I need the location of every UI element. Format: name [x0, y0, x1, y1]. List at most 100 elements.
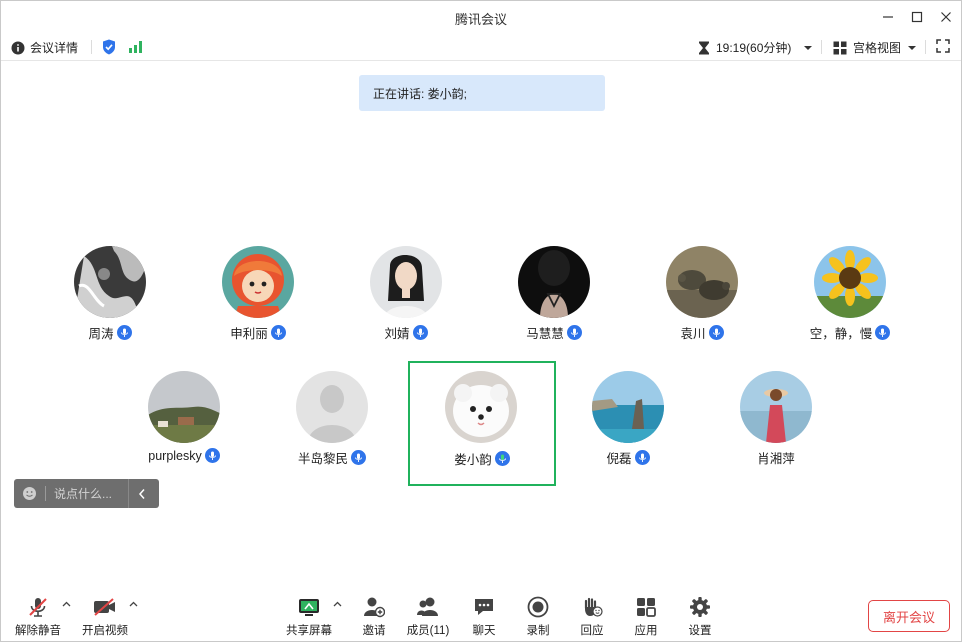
members-button[interactable]: 成员(11) — [400, 595, 456, 638]
speaking-indicator: 正在讲话: 娄小韵; — [359, 75, 605, 111]
participant-tile[interactable]: 刘婧 — [333, 236, 479, 356]
unmute-label: 解除静音 — [15, 625, 61, 637]
mic-icon — [412, 325, 428, 340]
participant-name-row: 半岛黎民 — [259, 448, 405, 467]
meeting-timer[interactable]: 19:19(60分钟) — [698, 39, 813, 56]
participant-tile[interactable]: 周涛 — [37, 236, 183, 356]
record-label: 录制 — [526, 625, 550, 637]
participant-tile[interactable]: 空，静，慢 — [777, 236, 923, 356]
unmute-button[interactable]: 解除静音 — [10, 595, 66, 638]
view-mode-label: 宫格视图 — [853, 41, 902, 55]
raise-hand-icon — [584, 597, 603, 617]
participant-name: purplesky — [148, 448, 202, 463]
mic-active-icon — [494, 451, 510, 466]
record-icon — [527, 596, 549, 618]
participant-name-row: purplesky — [111, 448, 257, 463]
mic-icon — [204, 448, 220, 463]
add-user-icon — [364, 597, 385, 618]
avatar — [518, 246, 590, 318]
avatar — [222, 246, 294, 318]
participant-tile[interactable]: 半岛黎民 — [259, 361, 405, 481]
participant-tile-active-speaker[interactable]: 娄小韵 — [408, 361, 556, 486]
network-status[interactable] — [128, 40, 144, 59]
close-button[interactable] — [933, 5, 959, 29]
avatar — [296, 371, 368, 443]
maximize-icon — [911, 11, 923, 23]
leave-meeting-button[interactable]: 离开会议 — [868, 600, 950, 632]
meeting-info-bar: 会议详情 19:19(60分钟) 宫格视图 — [1, 34, 961, 61]
chevron-up-icon[interactable] — [333, 601, 342, 607]
participant-tile[interactable]: purplesky — [111, 361, 257, 481]
participant-tile[interactable]: 马慧慧 — [481, 236, 627, 356]
chat-icon — [475, 599, 493, 615]
participant-tile[interactable]: 袁川 — [629, 236, 775, 356]
invite-button[interactable]: 邀请 — [346, 595, 402, 638]
hourglass-icon — [699, 41, 709, 54]
participant-name-row: 空，静，慢 — [777, 323, 923, 342]
participant-name: 娄小韵 — [454, 453, 492, 467]
settings-label: 设置 — [688, 625, 712, 637]
react-button[interactable]: 回应 — [564, 595, 620, 638]
participant-name: 申利丽 — [230, 327, 268, 341]
avatar — [445, 371, 517, 443]
chevron-down-icon — [908, 45, 917, 50]
participant-tile[interactable]: 申利丽 — [185, 236, 331, 356]
view-mode-button[interactable]: 宫格视图 — [833, 39, 917, 56]
gear-icon — [690, 597, 710, 617]
minimize-button[interactable] — [875, 5, 901, 29]
participant-name-row: 倪磊 — [555, 448, 701, 467]
apps-button[interactable]: 应用 — [618, 595, 674, 638]
chevron-up-icon[interactable] — [129, 601, 138, 607]
avatar — [814, 246, 886, 318]
mic-icon — [270, 325, 286, 340]
participant-tile[interactable]: 肖湘萍 — [703, 361, 849, 481]
participant-name-row: 袁川 — [629, 323, 775, 342]
start-video-button[interactable]: 开启视频 — [77, 595, 133, 638]
react-label: 回应 — [580, 625, 604, 637]
chat-button[interactable]: 聊天 — [456, 595, 512, 638]
emoji-icon[interactable] — [22, 486, 37, 501]
participant-name: 刘婧 — [384, 327, 410, 341]
minimize-icon — [883, 16, 893, 18]
maximize-button[interactable] — [904, 5, 930, 29]
fullscreen-button[interactable] — [936, 39, 950, 58]
chevron-up-icon[interactable] — [62, 601, 71, 607]
record-button[interactable]: 录制 — [510, 595, 566, 638]
invite-label: 邀请 — [362, 625, 386, 637]
mic-icon — [566, 325, 582, 340]
participant-name-row: 周涛 — [37, 323, 183, 342]
chevron-left-icon[interactable] — [138, 488, 146, 500]
security-status[interactable] — [102, 39, 116, 60]
share-screen-button[interactable]: 共享屏幕 — [281, 595, 337, 638]
shield-check-icon — [103, 39, 115, 55]
avatar — [666, 246, 738, 318]
window-title: 腾讯会议 — [454, 12, 507, 27]
participant-name: 空，静，慢 — [809, 327, 873, 341]
start-video-label: 开启视频 — [82, 625, 128, 637]
divider — [128, 479, 129, 508]
chat-label: 聊天 — [472, 625, 496, 637]
mic-icon — [634, 450, 650, 465]
apps-label: 应用 — [634, 625, 658, 637]
settings-button[interactable]: 设置 — [672, 595, 728, 638]
meeting-window: 腾讯会议 会议详情 19:19(60分钟) 宫格视图 正在讲话: 娄小韵; 周涛… — [0, 0, 962, 642]
title-bar: 腾讯会议 — [1, 1, 961, 34]
chevron-down-icon — [804, 45, 813, 50]
avatar — [148, 371, 220, 443]
participant-tile[interactable]: 倪磊 — [555, 361, 701, 481]
close-icon — [941, 12, 951, 22]
participant-name-row: 肖湘萍 — [703, 448, 849, 467]
participant-name-row: 马慧慧 — [481, 323, 627, 342]
divider — [925, 40, 926, 54]
timer-label: 19:19(60分钟) — [716, 41, 792, 55]
mic-icon — [875, 325, 891, 340]
avatar — [370, 246, 442, 318]
divider — [45, 486, 46, 501]
divider — [821, 40, 822, 54]
avatar — [740, 371, 812, 443]
chat-quick-input[interactable]: 说点什么... — [14, 479, 159, 508]
chat-placeholder: 说点什么... — [54, 487, 113, 501]
meeting-details-button[interactable]: 会议详情 — [11, 39, 78, 56]
participant-name-row: 刘婧 — [333, 323, 479, 342]
camera-off-icon — [94, 598, 115, 616]
